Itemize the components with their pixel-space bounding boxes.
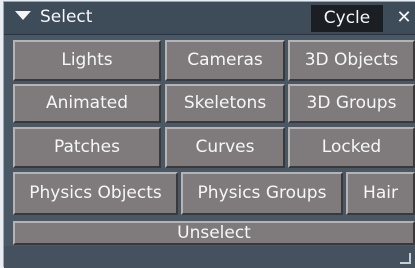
- physics-objects-button[interactable]: Physics Objects: [13, 172, 178, 215]
- cameras-button[interactable]: Cameras: [165, 40, 285, 81]
- 3d-groups-button[interactable]: 3D Groups: [288, 84, 415, 123]
- dropdown-arrow-icon[interactable]: [15, 11, 31, 20]
- patches-button[interactable]: Patches: [13, 127, 161, 168]
- panel-title: Select: [40, 7, 93, 27]
- panel-footer: [4, 246, 415, 268]
- 3d-objects-button[interactable]: 3D Objects: [288, 40, 415, 81]
- panel-titlebar: Select Cycle ✕: [4, 2, 415, 35]
- curves-button[interactable]: Curves: [165, 127, 285, 168]
- cycle-button[interactable]: Cycle: [311, 5, 383, 32]
- physics-groups-button[interactable]: Physics Groups: [181, 172, 343, 215]
- resize-grip-icon[interactable]: [400, 253, 411, 264]
- locked-button[interactable]: Locked: [288, 127, 415, 168]
- close-icon[interactable]: ✕: [393, 5, 415, 31]
- animated-button[interactable]: Animated: [13, 84, 161, 123]
- lights-button[interactable]: Lights: [13, 40, 161, 81]
- hair-button[interactable]: Hair: [346, 172, 415, 215]
- unselect-button[interactable]: Unselect: [13, 221, 415, 245]
- skeletons-button[interactable]: Skeletons: [165, 84, 285, 123]
- select-panel: Select Cycle ✕ Lights Cameras 3D Objects…: [3, 1, 415, 268]
